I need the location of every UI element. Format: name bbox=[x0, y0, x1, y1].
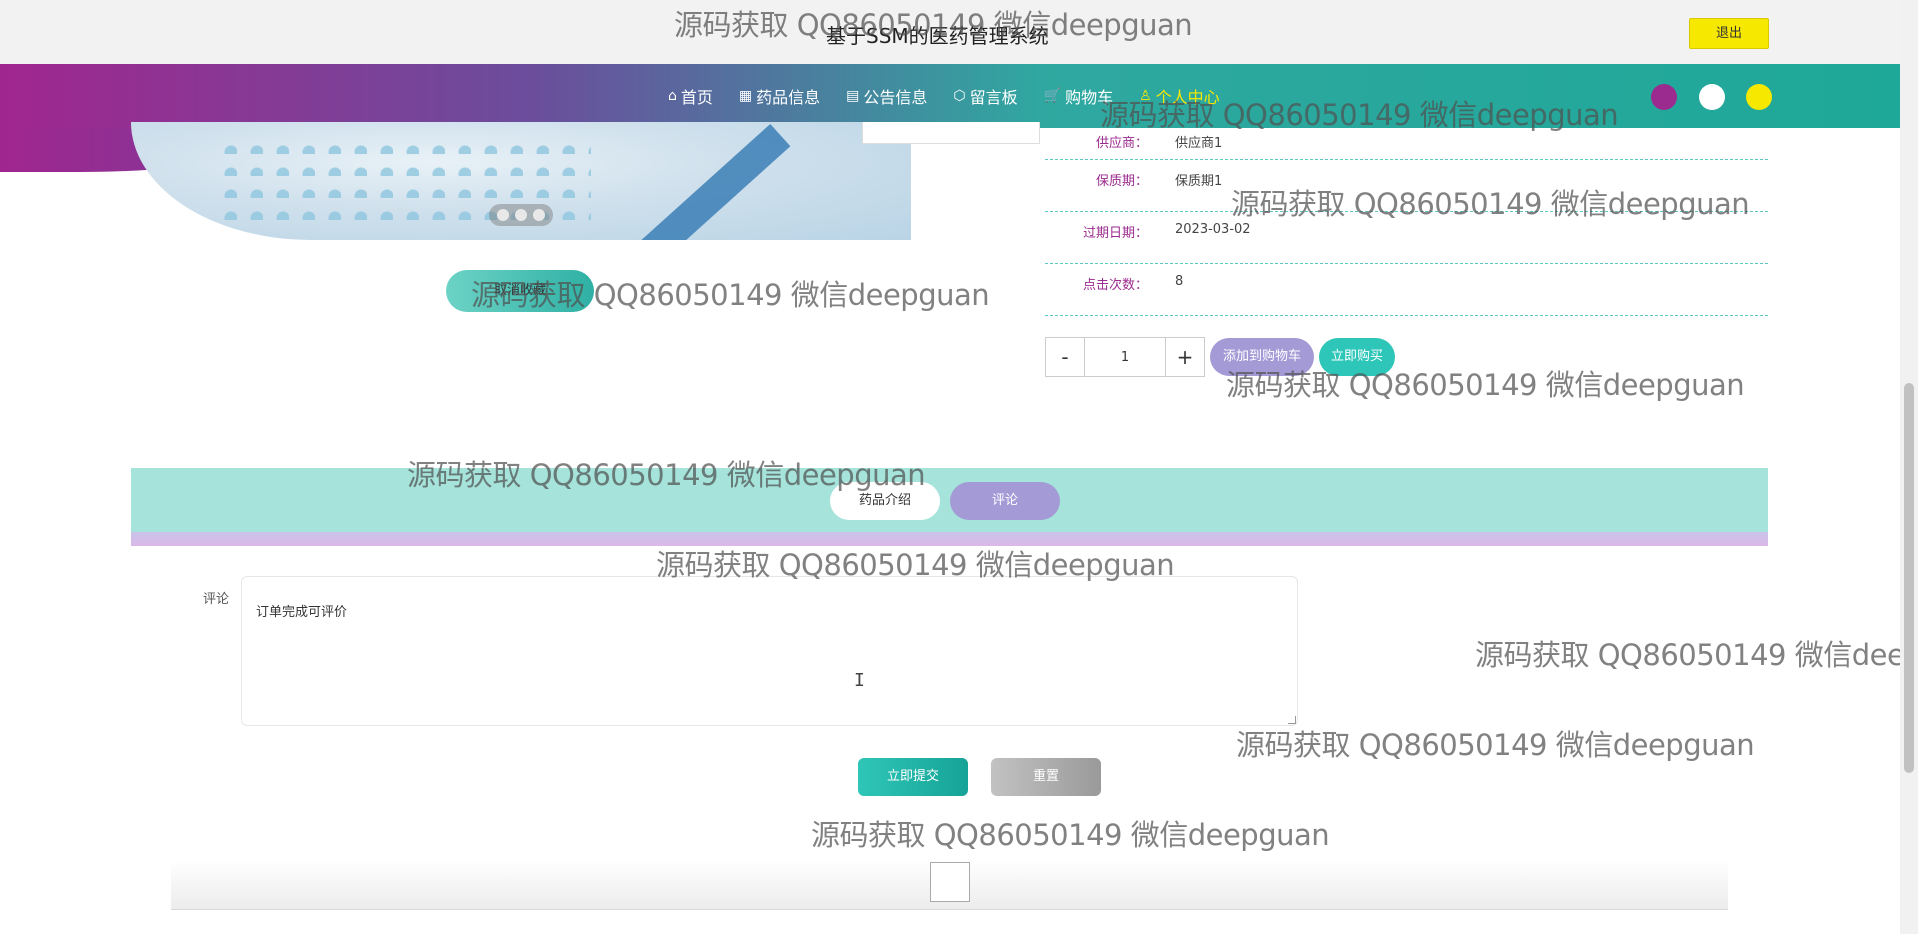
quantity-stepper: - 1 + bbox=[1045, 337, 1205, 377]
nav-item-announcements[interactable]: ▤ 公告信息 bbox=[846, 84, 927, 108]
detail-key: 保质期： bbox=[1095, 174, 1148, 189]
nav-item-label: 留言板 bbox=[969, 88, 1018, 107]
nav-item-label: 购物车 bbox=[1065, 88, 1114, 107]
calendar-icon: ▤ bbox=[846, 88, 860, 104]
theme-color-yellow[interactable] bbox=[1746, 84, 1772, 110]
nav-item-home[interactable]: ⌂ 首页 bbox=[668, 84, 713, 108]
tab-product-intro[interactable]: 药品介绍 bbox=[830, 482, 940, 520]
product-image-carousel bbox=[131, 122, 911, 240]
detail-row-expiry-date: 过期日期： 2023-03-02 bbox=[1045, 212, 1768, 264]
nav-item-label: 个人中心 bbox=[1155, 88, 1220, 107]
broken-image-icon bbox=[930, 862, 970, 902]
nav-item-cart[interactable]: 🛒 购物车 bbox=[1044, 84, 1113, 108]
increase-button[interactable]: + bbox=[1165, 337, 1205, 377]
carousel-dot[interactable] bbox=[515, 209, 527, 221]
detail-value: 供应商1 bbox=[1175, 136, 1223, 151]
home-icon: ⌂ bbox=[668, 88, 677, 104]
reset-button[interactable]: 重置 bbox=[991, 758, 1101, 796]
tab-comments[interactable]: 评论 bbox=[950, 482, 1060, 520]
cart-icon: 🛒 bbox=[1043, 88, 1062, 104]
detail-key: 过期日期： bbox=[1082, 226, 1148, 241]
logout-button[interactable]: 退出 bbox=[1689, 18, 1769, 49]
scrollbar-thumb[interactable] bbox=[1904, 383, 1914, 773]
resize-handle-icon[interactable] bbox=[1288, 716, 1296, 724]
nav-item-profile[interactable]: ♙ 个人中心 bbox=[1139, 84, 1220, 108]
nav-item-message-board[interactable]: ⬡ 留言板 bbox=[953, 84, 1017, 108]
theme-color-white[interactable] bbox=[1699, 84, 1725, 110]
uncollect-button[interactable]: 取消收藏 bbox=[446, 270, 594, 312]
product-details: 供应商： 供应商1 保质期： 保质期1 过期日期： 2023-03-02 点击次… bbox=[1045, 122, 1768, 316]
nav-item-label: 公告信息 bbox=[863, 88, 928, 107]
detail-value: 8 bbox=[1175, 274, 1184, 289]
detail-value: 2023-03-02 bbox=[1175, 222, 1251, 237]
theme-color-magenta[interactable] bbox=[1651, 84, 1677, 110]
comment-label: 评论 bbox=[203, 592, 230, 607]
watermark: 源码获取 QQ86050149 微信deepguan bbox=[1236, 728, 1755, 762]
carousel-dot[interactable] bbox=[533, 209, 545, 221]
text-cursor-icon: I bbox=[854, 670, 865, 691]
quantity-input[interactable]: 1 bbox=[1085, 337, 1165, 377]
grid-icon: ▦ bbox=[738, 88, 753, 104]
nav-item-label: 首页 bbox=[680, 88, 713, 107]
detail-key: 供应商： bbox=[1095, 136, 1148, 151]
watermark: 源码获取 QQ86050149 微信deepguan bbox=[811, 818, 1330, 852]
nav-item-medicines[interactable]: ▦ 药品信息 bbox=[739, 84, 820, 108]
nav-item-label: 药品信息 bbox=[756, 88, 821, 107]
watermark: 源码获取 QQ86050149 微信deepguan bbox=[1475, 638, 1900, 672]
cube-icon: ⬡ bbox=[953, 88, 966, 104]
detail-row-click-count: 点击次数： 8 bbox=[1045, 264, 1768, 316]
site-title: 基于SSM的医药管理系统 bbox=[826, 24, 1049, 48]
decrease-button[interactable]: - bbox=[1045, 337, 1085, 377]
light-beam-graphic bbox=[621, 123, 791, 240]
carousel-indicators bbox=[489, 204, 553, 226]
carousel-dot[interactable] bbox=[497, 209, 509, 221]
submit-button[interactable]: 立即提交 bbox=[858, 758, 968, 796]
detail-value: 保质期1 bbox=[1175, 174, 1223, 189]
main-nav: ⌂ 首页 ▦ 药品信息 ▤ 公告信息 ⬡ 留言板 🛒 购物车 ♙ 个人中心 bbox=[668, 84, 1246, 108]
buy-now-button[interactable]: 立即购买 bbox=[1319, 338, 1395, 376]
detail-key: 点击次数： bbox=[1082, 278, 1148, 293]
user-icon: ♙ bbox=[1139, 88, 1152, 104]
tab-bar-strip bbox=[131, 532, 1768, 546]
add-to-cart-button[interactable]: 添加到购物车 bbox=[1210, 338, 1314, 376]
detail-row-shelf-life: 保质期： 保质期1 bbox=[1045, 160, 1768, 212]
comment-textarea[interactable]: 订单完成可评价 bbox=[241, 576, 1298, 726]
detail-row-supplier: 供应商： 供应商1 bbox=[1045, 122, 1768, 160]
share-card bbox=[862, 122, 1040, 144]
